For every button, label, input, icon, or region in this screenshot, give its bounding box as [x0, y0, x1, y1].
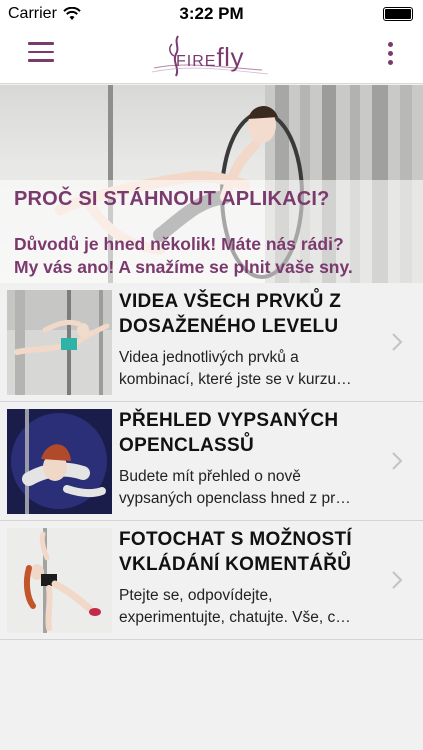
- item-title-line: OPENCLASSŮ: [119, 435, 254, 456]
- item-description: Videa jednotlivých prvků a kombinací, kt…: [119, 347, 391, 391]
- item-title-line: VIDEA VŠECH PRVKŮ Z: [119, 291, 342, 312]
- item-description: Ptejte se, odpovídejte, experimentujte, …: [119, 585, 391, 629]
- item-description-line: experimentujte, chatujte. Vše, c…: [119, 609, 351, 626]
- item-description-line: kombinací, které jste se v kurzu…: [119, 371, 352, 388]
- status-bar: Carrier 3:22 PM: [0, 0, 423, 28]
- feature-list: VIDEA VŠECH PRVKŮ Z DOSAŽENÉHO LEVELU Vi…: [0, 283, 423, 640]
- thumbnail-image: [7, 290, 112, 395]
- more-options-button[interactable]: [385, 42, 395, 70]
- item-description-line: Budete mít přehled o nově: [119, 468, 301, 485]
- navigation-bar: FIREfly: [0, 28, 423, 84]
- battery-icon: [383, 7, 413, 21]
- logo-fire-text: FIRE: [176, 53, 217, 70]
- logo-fly-text: fly: [216, 42, 244, 72]
- item-description-line: vypsaných openclass hned z pr…: [119, 490, 351, 507]
- item-title-line: FOTOCHAT S MOŽNOSTÍ: [119, 529, 352, 550]
- item-title-line: DOSAŽENÉHO LEVELU: [119, 316, 339, 337]
- thumbnail-image: [7, 409, 112, 514]
- hero-subtitle: Důvodů je hned několik! Máte nás rádi? M…: [14, 233, 419, 279]
- firefly-logo: FIREfly: [150, 32, 275, 80]
- item-title: PŘEHLED VYPSANÝCH OPENCLASSŮ: [119, 408, 374, 458]
- item-title-line: VKLÁDÁNÍ KOMENTÁŘŮ: [119, 554, 352, 575]
- item-title: VIDEA VŠECH PRVKŮ Z DOSAŽENÉHO LEVELU: [119, 289, 374, 339]
- list-item-videos[interactable]: VIDEA VŠECH PRVKŮ Z DOSAŽENÉHO LEVELU Vi…: [0, 283, 423, 402]
- item-description-line: Videa jednotlivých prvků a: [119, 349, 299, 366]
- hero-subtitle-line: Důvodů je hned několik! Máte nás rádi?: [14, 234, 344, 254]
- chevron-right-icon: [392, 333, 403, 351]
- list-item-openclasses[interactable]: PŘEHLED VYPSANÝCH OPENCLASSŮ Budete mít …: [0, 402, 423, 521]
- chevron-right-icon: [392, 571, 403, 589]
- item-description-line: Ptejte se, odpovídejte,: [119, 587, 273, 604]
- item-title: FOTOCHAT S MOŽNOSTÍ VKLÁDÁNÍ KOMENTÁŘŮ: [119, 527, 374, 577]
- item-description: Budete mít přehled o nově vypsaných open…: [119, 466, 391, 510]
- hero-banner: PROČ SI STÁHNOUT APLIKACI? Důvodů je hne…: [0, 85, 423, 283]
- list-item-photochat[interactable]: FOTOCHAT S MOŽNOSTÍ VKLÁDÁNÍ KOMENTÁŘŮ P…: [0, 521, 423, 640]
- item-title-line: PŘEHLED VYPSANÝCH: [119, 410, 339, 431]
- hero-subtitle-line: My vás ano! A snažíme se plnit vaše sny.: [14, 257, 353, 277]
- clock: 3:22 PM: [179, 4, 244, 23]
- chevron-right-icon: [392, 452, 403, 470]
- hamburger-menu-button[interactable]: [28, 42, 54, 66]
- hero-title: PROČ SI STÁHNOUT APLIKACI?: [14, 188, 330, 210]
- thumbnail-image: [7, 528, 112, 633]
